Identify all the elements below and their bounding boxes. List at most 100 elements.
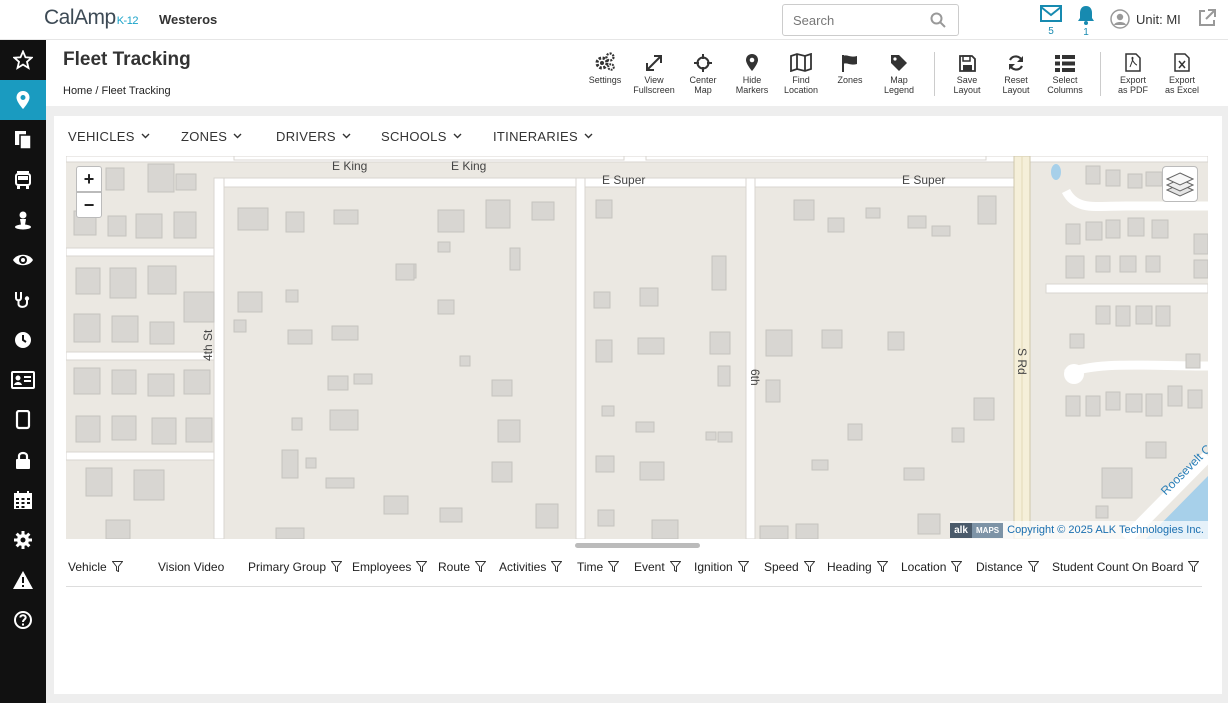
eye-icon — [13, 254, 33, 266]
zones-button[interactable]: Zones — [825, 50, 875, 85]
warning-icon — [13, 571, 33, 589]
filter-drivers[interactable]: DRIVERS — [276, 127, 351, 144]
search-input[interactable] — [783, 5, 923, 35]
export-pdf-button[interactable]: Export as PDF — [1108, 50, 1158, 95]
sidebar-item-drivers[interactable] — [0, 200, 46, 240]
filter-icon — [950, 561, 963, 575]
column-header-employees[interactable]: Employees — [352, 560, 428, 575]
map-resize-handle[interactable] — [575, 543, 700, 548]
sidebar-item-history[interactable] — [0, 320, 46, 360]
column-header-vehicle[interactable]: Vehicle — [68, 560, 124, 575]
messages-count: 5 — [1048, 26, 1054, 37]
street-label: E Super — [902, 173, 946, 187]
filter-schools[interactable]: SCHOOLS — [381, 127, 462, 144]
filter-zones[interactable]: ZONES — [181, 127, 242, 144]
flag-icon — [842, 55, 857, 72]
column-header-ignition[interactable]: Ignition — [694, 560, 750, 575]
settings-button[interactable]: Settings — [580, 50, 630, 85]
save-layout-button[interactable]: Save Layout — [942, 50, 992, 95]
save-icon — [958, 55, 976, 72]
filter-vehicles[interactable]: VEHICLES — [68, 127, 150, 144]
column-header-speed[interactable]: Speed — [764, 560, 816, 575]
sidebar-item-alerts[interactable] — [0, 560, 46, 600]
column-header-activities[interactable]: Activities — [499, 560, 563, 575]
map-view[interactable]: E King E King E Super E Super 4th St 6th… — [66, 156, 1208, 539]
column-header-student-count[interactable]: Student Count On Board — [1052, 560, 1200, 575]
driver-icon — [15, 211, 31, 230]
map-legend-button[interactable]: Map Legend — [874, 50, 924, 95]
hide-markers-button[interactable]: Hide Markers — [727, 50, 777, 95]
center-map-button[interactable]: Center Map — [678, 50, 728, 95]
external-link-button[interactable] — [1197, 8, 1217, 33]
map-marker-icon — [16, 91, 30, 109]
search-icon[interactable] — [930, 12, 946, 33]
user-menu[interactable]: Unit: MI — [1110, 9, 1181, 29]
clock-icon — [15, 332, 31, 348]
search-box — [782, 4, 959, 36]
layers-button[interactable] — [1162, 166, 1198, 202]
toolbar-divider — [934, 52, 935, 96]
tracking-panel: VEHICLES ZONES DRIVERS SCHOOLS ITINERARI… — [54, 116, 1222, 694]
sidebar-item-bus[interactable] — [0, 160, 46, 200]
sidebar-item-help[interactable] — [0, 600, 46, 640]
main-content: Fleet Tracking Home / Fleet Tracking Set… — [46, 40, 1228, 703]
reset-layout-button[interactable]: Reset Layout — [991, 50, 1041, 95]
envelope-icon — [1040, 5, 1062, 22]
maps-logo: MAPS — [972, 522, 1004, 538]
zoom-out-button[interactable]: − — [76, 192, 102, 218]
filter-itineraries[interactable]: ITINERARIES — [493, 127, 593, 144]
find-location-button[interactable]: Find Location — [776, 50, 826, 95]
sidebar-item-tablet[interactable] — [0, 400, 46, 440]
column-header-primary-group[interactable]: Primary Group — [248, 560, 343, 575]
gears-icon — [595, 52, 615, 71]
sidebar-item-diagnostics[interactable] — [0, 280, 46, 320]
messages-button[interactable]: 5 — [1039, 5, 1063, 37]
column-header-time[interactable]: Time — [577, 560, 620, 575]
bell-icon — [1078, 6, 1094, 25]
column-header-location[interactable]: Location — [901, 560, 963, 575]
column-header-route[interactable]: Route — [438, 560, 487, 575]
filter-icon — [111, 561, 124, 575]
filter-icon — [669, 561, 682, 575]
pdf-icon — [1125, 53, 1141, 72]
tablet-icon — [15, 410, 31, 430]
sidebar-item-vision[interactable] — [0, 240, 46, 280]
vehicle-grid-header: Vehicle Vision Video Primary Group Emplo… — [66, 553, 1202, 587]
sidebar-item-students[interactable] — [0, 360, 46, 400]
sidebar-item-settings[interactable] — [0, 520, 46, 560]
chevron-down-icon — [233, 127, 242, 142]
page-title: Fleet Tracking — [63, 49, 191, 70]
street-label: 6th — [748, 369, 762, 386]
copyright-text[interactable]: Copyright © 2025 ALK Technologies Inc. — [1003, 524, 1208, 536]
sidebar-item-fleet-tracking[interactable] — [0, 80, 46, 120]
zoom-in-button[interactable]: + — [76, 166, 102, 192]
star-icon — [13, 50, 33, 70]
street-label: E Super — [602, 173, 646, 187]
calendar-icon — [14, 491, 32, 509]
filter-icon — [474, 561, 487, 575]
select-columns-button[interactable]: Select Columns — [1040, 50, 1090, 95]
column-header-vision-video[interactable]: Vision Video — [158, 560, 224, 574]
export-excel-button[interactable]: Export as Excel — [1157, 50, 1207, 95]
sidebar-item-security[interactable] — [0, 440, 46, 480]
view-fullscreen-button[interactable]: View Fullscreen — [629, 50, 679, 95]
column-header-heading[interactable]: Heading — [827, 560, 889, 575]
district-name: Westeros — [159, 12, 218, 27]
page-header: Fleet Tracking Home / Fleet Tracking Set… — [46, 40, 1228, 106]
column-header-event[interactable]: Event — [634, 560, 682, 575]
calamp-logo[interactable]: CalAmpK-12 — [44, 6, 138, 30]
bus-icon — [15, 171, 31, 189]
breadcrumb[interactable]: Home / Fleet Tracking — [63, 85, 171, 97]
alerts-count: 1 — [1083, 27, 1089, 38]
street-label: S Rd — [1015, 348, 1029, 375]
sidebar-item-favorites[interactable] — [0, 40, 46, 80]
column-header-distance[interactable]: Distance — [976, 560, 1040, 575]
user-label: Unit: MI — [1136, 11, 1181, 27]
filter-icon — [803, 561, 816, 575]
sidebar-item-documents[interactable] — [0, 120, 46, 160]
alerts-button[interactable]: 1 — [1074, 5, 1098, 38]
top-bar: CalAmpK-12 Westeros 5 1 Unit: MI — [0, 0, 1228, 40]
gear-icon — [14, 531, 32, 549]
user-avatar-icon — [1110, 9, 1130, 29]
sidebar-item-calendar[interactable] — [0, 480, 46, 520]
